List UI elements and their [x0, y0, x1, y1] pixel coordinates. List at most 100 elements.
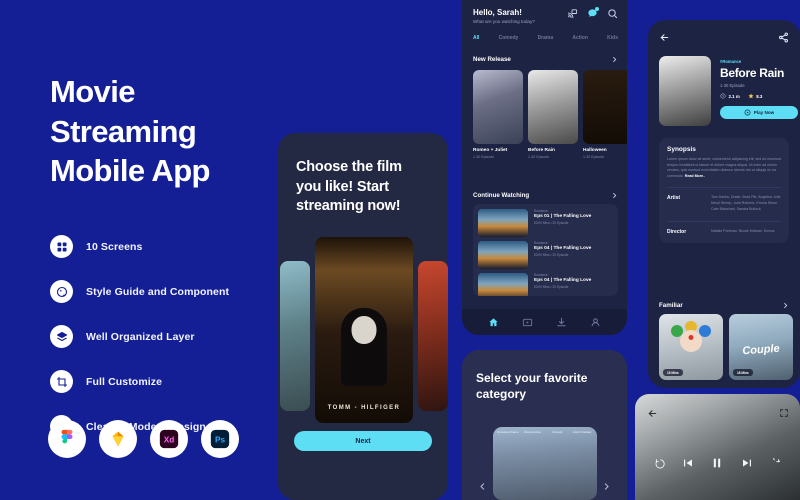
category-heading: Select your favorite category: [476, 371, 588, 402]
duration-badge: 15 Mins: [663, 369, 683, 376]
poster-mask: [351, 315, 377, 344]
clown-nose: [688, 335, 694, 341]
tab-action[interactable]: Action: [572, 35, 588, 41]
category-chip[interactable]: Comedy: [547, 430, 569, 435]
tab-kids[interactable]: Kids: [607, 35, 618, 41]
feature-label: 10 Screens: [86, 240, 143, 253]
episode-count: 1-30 Episode: [720, 83, 745, 88]
episode-meta: 53:00 Mins • 20 Episode: [534, 285, 569, 289]
svg-text:Xd: Xd: [164, 436, 175, 445]
tab-drama[interactable]: Drama: [538, 35, 554, 41]
carousel-previous-icon[interactable]: [478, 478, 487, 490]
episode-genre: Romance: [534, 209, 548, 213]
couple-overlay-text: Couple: [741, 342, 781, 357]
credit-label: Director: [667, 228, 687, 235]
next-icon[interactable]: [741, 457, 753, 469]
previous-icon[interactable]: [682, 457, 694, 469]
chevron-right-icon[interactable]: [611, 56, 618, 63]
profile-icon[interactable]: [590, 317, 601, 328]
back-arrow-icon[interactable]: [647, 406, 658, 417]
sketch-icon: [99, 420, 137, 458]
share-icon[interactable]: [778, 32, 789, 43]
tab-all[interactable]: All: [473, 35, 479, 41]
read-more-link[interactable]: Read More..: [685, 174, 705, 178]
onboarding-heading: Choose the film you like! Start streamin…: [296, 159, 402, 215]
poster-thumbnail-center[interactable]: TOMM - HILFIGER: [314, 237, 414, 423]
notification-dot: [595, 7, 599, 11]
detail-info: #Romance Before Rain 1-30 Episode 2.1 m …: [720, 56, 798, 126]
home-icon[interactable]: [488, 317, 499, 328]
next-button[interactable]: Next: [294, 431, 432, 451]
continue-watching-list: Romance Eps 01 | The Falling Love 53:00 …: [473, 204, 618, 296]
list-item[interactable]: Romance Eps 04 | The Falling Love 53:00 …: [478, 241, 613, 269]
poster-figure: [341, 307, 387, 386]
page-title: Movie Streaming Mobile App: [50, 72, 270, 191]
carousel-next-icon[interactable]: [602, 478, 611, 490]
familiar-card-couple[interactable]: Couple 18 Mins: [729, 314, 793, 380]
grid-icon: [50, 235, 73, 259]
category-chip[interactable]: Horror Fantasy: [571, 430, 593, 435]
chevron-right-icon[interactable]: [782, 302, 789, 309]
chevron-right-icon[interactable]: [611, 192, 618, 199]
home-screen: Hello, Sarah! What are you watching toda…: [462, 0, 627, 335]
category-chip[interactable]: Drama Action: [522, 430, 544, 435]
clown-face: [680, 329, 702, 352]
tab-comedy[interactable]: Comedy: [499, 35, 519, 41]
cast-icon[interactable]: [567, 8, 578, 19]
movie-subtitle: 1-30 Episode: [528, 154, 550, 159]
download-icon[interactable]: [556, 317, 567, 328]
layers-icon: [50, 325, 73, 349]
category-card[interactable]: Romance Drama Drama Action Comedy Horror…: [493, 427, 597, 500]
detail-meta-row: 2.1 m 8.3: [720, 93, 798, 99]
video-icon[interactable]: [522, 317, 533, 328]
search-icon[interactable]: [607, 8, 618, 19]
duration-chip: 2.1 m: [720, 93, 740, 99]
forward-10-icon[interactable]: [769, 457, 780, 469]
category-chip-row: Romance Drama Drama Action Comedy Horror…: [497, 430, 593, 435]
rating-value: 8.3: [756, 93, 763, 99]
episode-meta: 53:00 Mins • 20 Episode: [534, 221, 569, 225]
expand-icon[interactable]: [779, 405, 789, 417]
rewind-10-icon[interactable]: [655, 458, 666, 469]
category-chip[interactable]: Romance Drama: [497, 430, 519, 435]
episode-meta: 53:00 Mins • 20 Episode: [534, 253, 569, 257]
app-icon-row: Xd Ps: [48, 420, 239, 458]
play-now-button[interactable]: Play Now: [720, 106, 798, 119]
greeting-subtitle: What are you watching today?: [473, 19, 535, 24]
feature-list: 10 Screens Style Guide and Component Wel…: [50, 235, 270, 439]
movie-card-before-rain[interactable]: Before Rain 1-30 Episode: [528, 70, 578, 159]
list-item[interactable]: Romance Eps 01 | The Falling Love 53:00 …: [478, 209, 613, 237]
video-player-screen: [635, 394, 800, 500]
feature-label: Well Organized Layer: [86, 330, 195, 343]
palette-icon: [50, 280, 73, 304]
movie-card-romeo[interactable]: Romeo + Juliet 1-30 Episode: [473, 70, 523, 159]
movie-card-halloween[interactable]: Halloween 1-30 Episode: [583, 70, 627, 159]
pause-icon[interactable]: [710, 456, 724, 470]
section-title: New Release: [473, 56, 511, 63]
play-circle-icon: [744, 109, 751, 116]
detail-hero: #Romance Before Rain 1-30 Episode 2.1 m …: [659, 56, 798, 126]
continue-watching-header: Continue Watching: [473, 192, 618, 199]
synopsis-text: Lorem ipsum dolor sit amet, consectetur …: [667, 157, 781, 179]
list-item[interactable]: Romance Eps 04 | The Falling Love 53:00 …: [478, 273, 613, 296]
movie-poster: [528, 70, 578, 144]
episode-title: Eps 04 | The Falling Love: [534, 278, 592, 283]
feature-item-screens: 10 Screens: [50, 235, 270, 259]
section-title: Familiar: [659, 302, 683, 309]
duration-badge: 18 Mins: [733, 369, 753, 376]
credit-value: Natalie Portman, Nicole Kidman, Emma: [711, 228, 775, 233]
movie-subtitle: 1-30 Episode: [583, 154, 605, 159]
genre-tag[interactable]: #Romance: [720, 59, 798, 64]
poster-thumbnail-right[interactable]: [418, 261, 448, 411]
hero-title-line2: Mobile App: [50, 153, 210, 189]
new-release-header: New Release: [473, 56, 618, 63]
familiar-list: 15 Mins Couple 18 Mins: [659, 314, 793, 380]
poster-brand-text: TOMM - HILFIGER: [327, 405, 401, 411]
movie-title: Before Rain: [528, 148, 555, 153]
synopsis-title: Synopsis: [667, 146, 696, 153]
chat-icon[interactable]: [587, 7, 599, 19]
poster-thumbnail-left[interactable]: [280, 261, 310, 411]
familiar-card-clown[interactable]: 15 Mins: [659, 314, 723, 380]
back-arrow-icon[interactable]: [659, 32, 670, 43]
episode-title: Eps 01 | The Falling Love: [534, 214, 592, 219]
